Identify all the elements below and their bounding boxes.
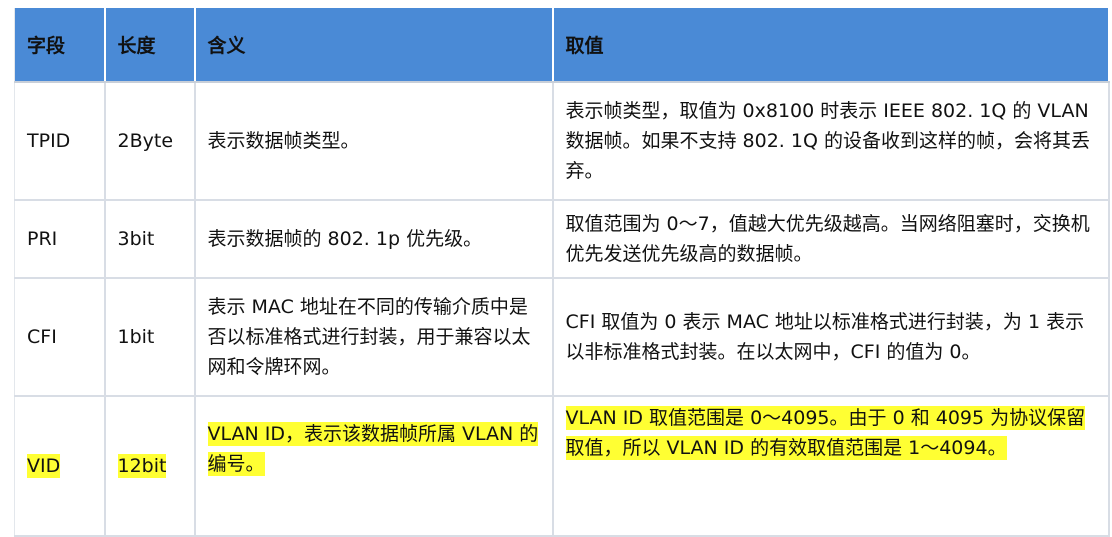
cell-meaning: VLAN ID，表示该数据帧所属 VLAN 的编号。 — [194, 396, 554, 537]
cell-field: PRI — [14, 200, 106, 279]
header-value: 取值 — [552, 8, 1110, 83]
header-meaning: 含义 — [194, 8, 554, 83]
cell-value: 表示帧类型，取值为 0x8100 时表示 IEEE 802. 1Q 的 VLAN… — [552, 82, 1110, 201]
header-field: 字段 — [14, 8, 106, 83]
cell-field: VID — [14, 396, 106, 537]
highlighted-text: VLAN ID，表示该数据帧所属 VLAN 的编号。 — [207, 422, 539, 476]
table-header-row: 字段 长度 含义 取值 — [14, 8, 1110, 83]
table-row-highlighted: VID 12bit VLAN ID，表示该数据帧所属 VLAN 的编号。 VLA… — [14, 396, 1110, 537]
table-row: TPID 2Byte 表示数据帧类型。 表示帧类型，取值为 0x8100 时表示… — [14, 82, 1110, 201]
cell-length: 1bit — [104, 278, 196, 397]
vlan-tag-field-table: 字段 长度 含义 取值 TPID 2Byte 表示数据帧类型。 表示帧类型，取值… — [14, 8, 1110, 537]
cell-value: 取值范围为 0～7，值越大优先级越高。当网络阻塞时，交换机优先发送优先级高的数据… — [552, 200, 1110, 279]
cell-length: 12bit — [104, 396, 196, 537]
cell-value: CFI 取值为 0 表示 MAC 地址以标准格式进行封装，为 1 表示以非标准格… — [552, 278, 1110, 397]
table-row: CFI 1bit 表示 MAC 地址在不同的传输介质中是否以标准格式进行封装，用… — [14, 278, 1110, 397]
highlighted-text: VLAN ID 取值范围是 0～4095。由于 0 和 4095 为协议保留取值… — [565, 406, 1086, 460]
table-row: PRI 3bit 表示数据帧的 802. 1p 优先级。 取值范围为 0～7，值… — [14, 200, 1110, 279]
cell-value: VLAN ID 取值范围是 0～4095。由于 0 和 4095 为协议保留取值… — [552, 396, 1110, 537]
header-length: 长度 — [104, 8, 196, 83]
cell-field: TPID — [14, 82, 106, 201]
cell-meaning: 表示 MAC 地址在不同的传输介质中是否以标准格式进行封装，用于兼容以太网和令牌… — [194, 278, 554, 397]
cell-field: CFI — [14, 278, 106, 397]
cell-length: 3bit — [104, 200, 196, 279]
highlighted-text: 12bit — [117, 454, 167, 478]
highlighted-text: VID — [27, 454, 61, 478]
cell-meaning: 表示数据帧的 802. 1p 优先级。 — [194, 200, 554, 279]
cell-length: 2Byte — [104, 82, 196, 201]
cell-meaning: 表示数据帧类型。 — [194, 82, 554, 201]
